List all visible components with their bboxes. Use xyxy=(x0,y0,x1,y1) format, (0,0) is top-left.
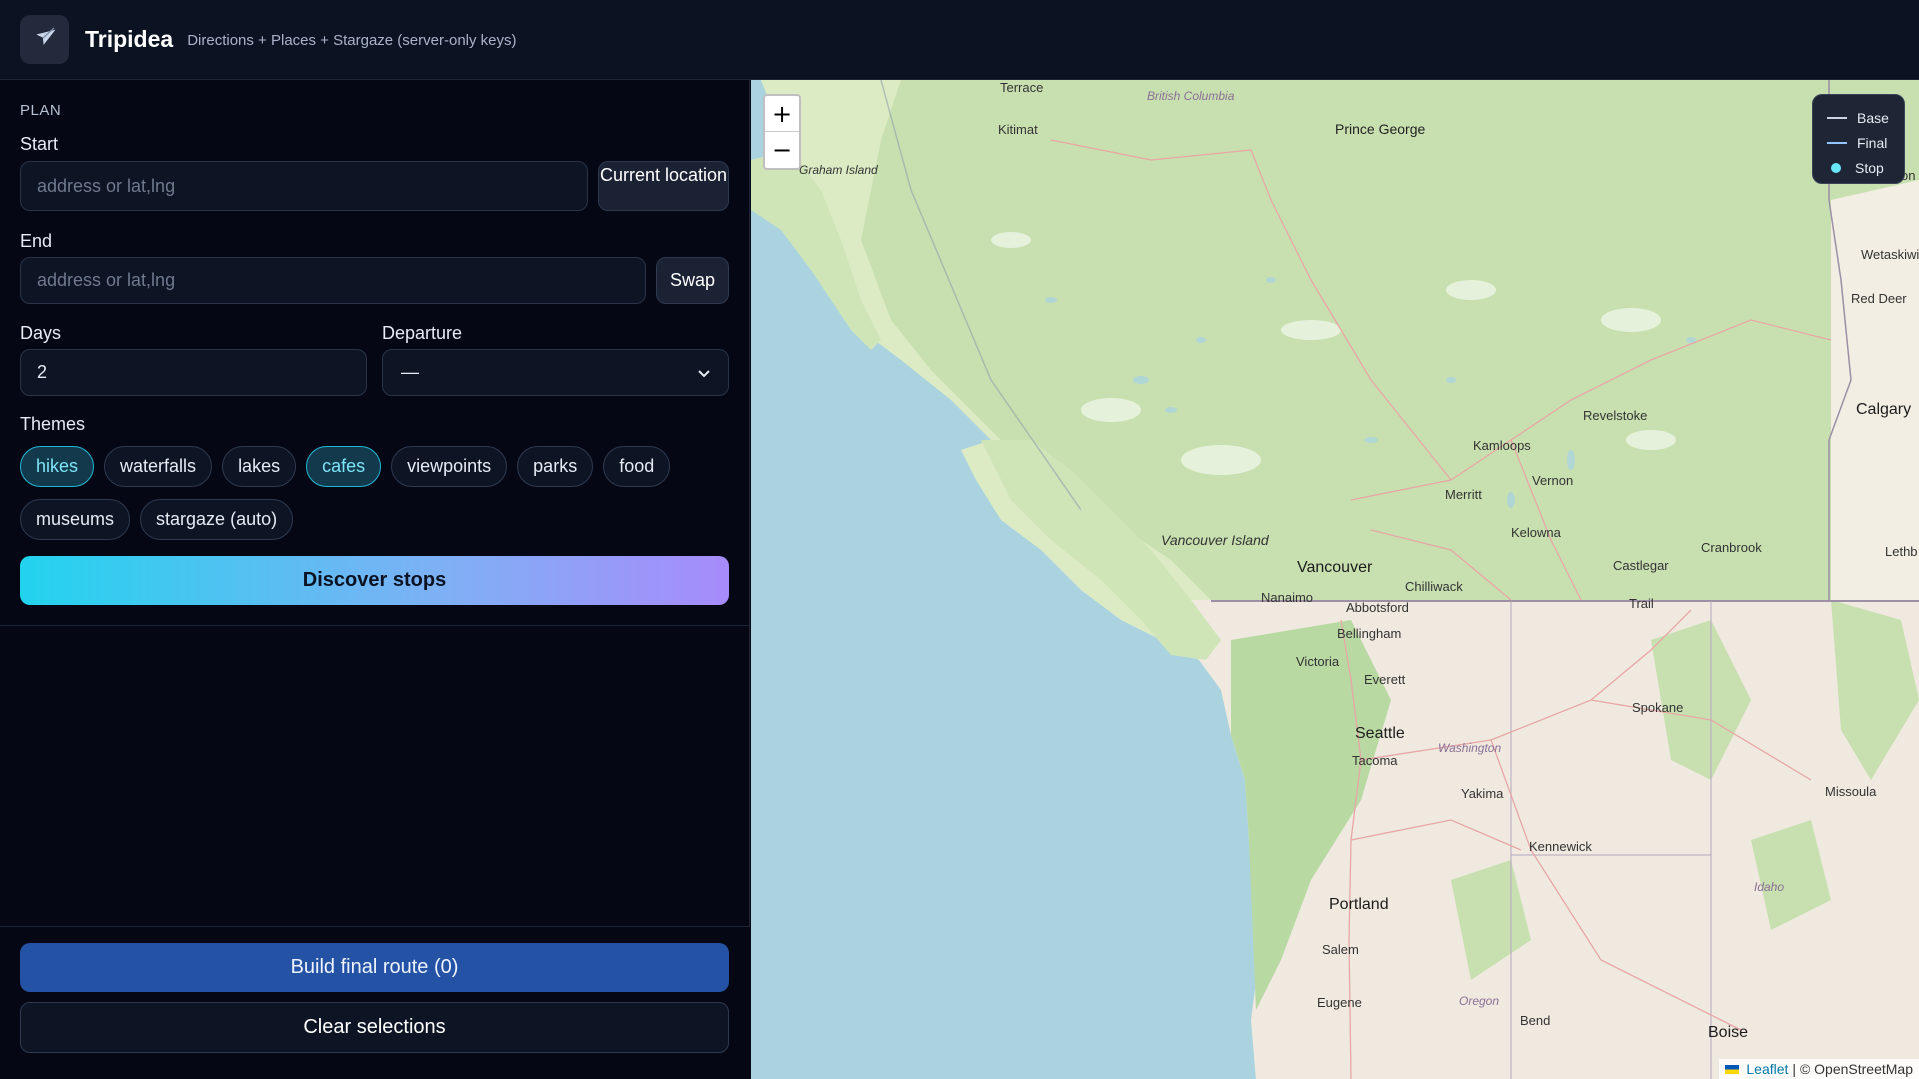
theme-chip-food[interactable]: food xyxy=(603,446,671,487)
legend-base-label: Base xyxy=(1857,109,1889,126)
map-label-prince-george: Prince George xyxy=(1335,121,1426,137)
map-label-cranbrook: Cranbrook xyxy=(1701,540,1762,555)
map-legend: Base Final Stop xyxy=(1812,94,1905,184)
map-label-vancouver: Vancouver xyxy=(1297,559,1373,576)
map-label-chilliwack: Chilliwack xyxy=(1405,579,1463,594)
end-label: End xyxy=(20,231,53,251)
plan-section-label: PLAN xyxy=(20,102,62,119)
departure-value: — xyxy=(401,362,419,382)
map-label-spokane: Spokane xyxy=(1632,700,1684,715)
map-label-british-columbia: British Columbia xyxy=(1147,89,1235,103)
map-label-portland: Portland xyxy=(1329,896,1389,913)
end-input[interactable] xyxy=(20,257,646,304)
theme-chip-museums[interactable]: museums xyxy=(20,499,131,540)
plan-panel: PLAN Start Current location End Swap Day… xyxy=(0,80,749,626)
current-location-button[interactable]: Current location xyxy=(598,161,729,211)
map-label-tacoma: Tacoma xyxy=(1352,753,1398,768)
map-label-abbotsford: Abbotsford xyxy=(1346,600,1409,615)
map-view[interactable]: Terrace British Columbia Kitimat Prince … xyxy=(751,80,1919,1079)
map-label-red-deer: Red Deer xyxy=(1851,291,1907,306)
map-label-graham-island: Graham Island xyxy=(799,163,878,177)
sidebar-footer: Build final route (0) Clear selections xyxy=(0,926,750,1079)
departure-select[interactable]: — xyxy=(382,349,729,396)
map-label-revelstoke: Revelstoke xyxy=(1583,408,1648,423)
map-label-lethbridge: Lethb xyxy=(1885,544,1918,559)
map-label-vernon: Vernon xyxy=(1532,473,1574,488)
map-label-vancouver-island: Vancouver Island xyxy=(1161,532,1269,548)
map-label-merritt: Merritt xyxy=(1445,487,1482,502)
start-input[interactable] xyxy=(20,161,588,211)
leaflet-link[interactable]: Leaflet xyxy=(1746,1061,1788,1077)
current-location-label: Current location xyxy=(599,165,728,185)
map-label-kelowna: Kelowna xyxy=(1511,525,1561,540)
theme-chip-stargaze[interactable]: stargaze (auto) xyxy=(140,499,294,540)
theme-chip-viewpoints[interactable]: viewpoints xyxy=(391,446,508,487)
legend-row-stop: Stop xyxy=(1827,155,1890,180)
map-label-salem: Salem xyxy=(1322,942,1359,957)
legend-stop-swatch xyxy=(1831,162,1841,173)
map-label-washington: Washington xyxy=(1438,741,1502,755)
app-logo xyxy=(20,15,69,64)
zoom-out-button[interactable]: − xyxy=(765,132,799,168)
map-label-bend: Bend xyxy=(1520,1013,1551,1028)
map-label-victoria: Victoria xyxy=(1296,654,1340,669)
map-label-trail: Trail xyxy=(1629,596,1654,611)
attribution-text: | © OpenStreetMap xyxy=(1792,1061,1913,1077)
app-name: Tripidea xyxy=(85,26,174,52)
map-label-seattle: Seattle xyxy=(1355,725,1405,742)
departure-label: Departure xyxy=(382,323,463,343)
legend-base-swatch xyxy=(1827,116,1847,119)
legend-stop-label: Stop xyxy=(1855,159,1884,176)
map-label-missoula: Missoula xyxy=(1825,784,1877,799)
map-label-boise: Boise xyxy=(1708,1024,1749,1041)
zoom-control: + − xyxy=(763,94,801,170)
sidebar: PLAN Start Current location End Swap Day… xyxy=(0,80,750,1079)
map-label-kitimat: Kitimat xyxy=(998,122,1038,137)
map-label-castlegar: Castlegar xyxy=(1613,558,1669,573)
discover-stops-button[interactable]: Discover stops xyxy=(20,556,729,605)
theme-chip-parks[interactable]: parks xyxy=(517,446,594,487)
ukraine-flag-icon xyxy=(1725,1064,1740,1074)
map-label-nanaimo: Nanaimo xyxy=(1261,590,1314,605)
map-label-idaho: Idaho xyxy=(1754,880,1785,894)
theme-chips: hikes waterfalls lakes cafes viewpoints … xyxy=(20,446,732,540)
theme-chip-cafes[interactable]: cafes xyxy=(306,446,382,487)
map-label-oregon: Oregon xyxy=(1459,994,1500,1008)
app-header: Tripidea Directions + Places + Stargaze … xyxy=(0,0,1919,80)
map-label-yakima: Yakima xyxy=(1461,786,1504,801)
map-label-wetaskiwin: Wetaskiwin xyxy=(1861,247,1919,262)
map-label-bellingham: Bellingham xyxy=(1337,626,1402,641)
zoom-in-button[interactable]: + xyxy=(765,96,799,132)
map-tiles xyxy=(751,80,1919,1079)
map-label-eugene: Eugene xyxy=(1317,995,1362,1010)
theme-chip-lakes[interactable]: lakes xyxy=(222,446,297,487)
days-input[interactable] xyxy=(20,349,367,396)
legend-row-base: Base xyxy=(1827,105,1890,130)
plane-icon xyxy=(33,25,57,54)
map-label-kamloops: Kamloops xyxy=(1473,438,1531,453)
map-label-everett: Everett xyxy=(1364,672,1406,687)
themes-label: Themes xyxy=(20,414,86,434)
swap-button[interactable]: Swap xyxy=(656,257,729,304)
days-label: Days xyxy=(20,323,62,343)
map-label-calgary: Calgary xyxy=(1856,401,1912,418)
app-subtitle: Directions + Places + Stargaze (server-o… xyxy=(187,32,517,49)
theme-chip-hikes[interactable]: hikes xyxy=(20,446,95,487)
chevron-down-icon xyxy=(698,362,710,383)
map-attribution: Leaflet | © OpenStreetMap xyxy=(1719,1059,1919,1079)
legend-final-label: Final xyxy=(1857,134,1888,151)
map-label-terrace: Terrace xyxy=(1000,80,1044,95)
build-final-route-button[interactable]: Build final route (0) xyxy=(20,943,729,992)
clear-selections-button[interactable]: Clear selections xyxy=(20,1002,729,1053)
legend-final-swatch xyxy=(1827,141,1847,144)
start-label: Start xyxy=(20,134,59,154)
legend-row-final: Final xyxy=(1827,130,1890,155)
map-label-kennewick: Kennewick xyxy=(1529,839,1592,854)
theme-chip-waterfalls[interactable]: waterfalls xyxy=(104,446,213,487)
